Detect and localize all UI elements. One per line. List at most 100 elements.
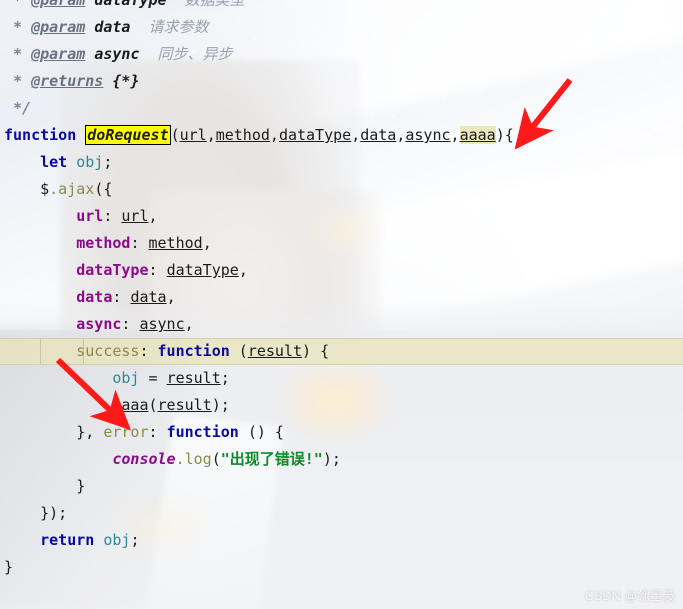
- token-cmt-tag: @param: [31, 45, 86, 63]
- token-ident: $: [40, 180, 50, 198]
- token-punct: ,: [202, 234, 212, 252]
- token-param: url: [121, 207, 149, 225]
- token-cmt-arg: data: [94, 18, 131, 36]
- token-cmt: [85, 18, 94, 36]
- token-localvar: obj: [112, 369, 140, 387]
- code-line-close-function[interactable]: }: [0, 554, 683, 581]
- token-propdim: error: [103, 423, 149, 441]
- token-cmt-tag: @param: [31, 18, 86, 36]
- token-param: result: [166, 369, 221, 387]
- token-cmt-tag: @param: [31, 0, 86, 9]
- code-line-ajax-open[interactable]: $.ajax({: [0, 176, 683, 203]
- token-punct: },: [4, 423, 104, 441]
- token-param: async: [405, 126, 451, 144]
- token-prop: dataType: [76, 261, 149, 279]
- token-punct: (: [211, 450, 221, 468]
- token-param: aaaa: [112, 396, 149, 414]
- token-punct: [4, 261, 76, 279]
- code-line-return-obj[interactable]: return obj;: [0, 527, 683, 554]
- token-punct: :: [112, 288, 131, 306]
- token-punct: =: [139, 369, 167, 387]
- token-cmt: *: [4, 45, 32, 63]
- code-line-comment-returns[interactable]: * @returns {*}: [0, 68, 683, 95]
- token-punct: (: [148, 396, 158, 414]
- token-cmt-cn: 数据类型: [184, 0, 245, 9]
- token-cmt-cn: 请求参数: [148, 18, 209, 36]
- token-punct: :: [121, 315, 140, 333]
- token-param: result: [157, 396, 212, 414]
- code-line-opt-method[interactable]: method: method,: [0, 230, 683, 257]
- token-punct: [4, 315, 76, 333]
- code-line-close-ajax[interactable]: });: [0, 500, 683, 527]
- token-punct: [94, 531, 103, 549]
- token-cmt: *: [4, 0, 32, 9]
- token-punct: :: [130, 234, 149, 252]
- token-punct: :: [148, 423, 167, 441]
- token-punct: () {: [238, 423, 284, 441]
- token-param-hl: aaaa: [459, 126, 496, 144]
- code-line-opt-url[interactable]: url: url,: [0, 203, 683, 230]
- token-cmt: *: [4, 18, 32, 36]
- token-punct: [4, 288, 76, 306]
- code-line-let-obj[interactable]: let obj;: [0, 149, 683, 176]
- code-line-function-signature[interactable]: function doRequest (url,method,dataType,d…: [0, 122, 683, 149]
- token-punct: [67, 153, 76, 171]
- code-line-comment-param-data[interactable]: * @param data 请求参数: [0, 14, 683, 41]
- code-line-opt-data[interactable]: data: data,: [0, 284, 683, 311]
- token-punct: ,: [148, 207, 158, 225]
- code-line-comment-param-datatype[interactable]: * @param dataType 数据类型: [0, 0, 683, 14]
- token-punct: [4, 369, 112, 387]
- token-cmt-cn: 同步、异步: [157, 45, 233, 63]
- token-prop: data: [76, 288, 113, 306]
- code-editor[interactable]: * @param dataType 数据类型 * @param data 请求参…: [0, 0, 683, 609]
- code-line-assign-obj[interactable]: obj = result;: [0, 365, 683, 392]
- token-cmt: *: [4, 72, 32, 90]
- token-punct: ,: [184, 315, 194, 333]
- token-punct: });: [4, 504, 68, 522]
- token-cmt-arg: {*}: [112, 72, 140, 90]
- token-param: method: [148, 234, 203, 252]
- token-punct: ,: [269, 126, 279, 144]
- token-punct: ,: [238, 261, 248, 279]
- token-punct: :: [103, 207, 122, 225]
- token-punct: ;: [103, 153, 113, 171]
- token-cmt: [167, 0, 185, 9]
- token-punct: [4, 234, 76, 252]
- code-line-console-log[interactable]: console.log("出现了错误!");: [0, 446, 683, 473]
- token-cmt: [130, 18, 148, 36]
- token-punct: ){: [495, 126, 514, 144]
- code-line-close-error-fn[interactable]: }: [0, 473, 683, 500]
- token-punct: :: [148, 261, 167, 279]
- code-line-opt-success[interactable]: success: function (result) {: [0, 338, 683, 365]
- token-member: .log: [175, 450, 212, 468]
- token-cmt-tag: @returns: [31, 72, 104, 90]
- token-punct: ) {: [302, 342, 330, 360]
- code-line-opt-async[interactable]: async: async,: [0, 311, 683, 338]
- token-kw: let: [40, 153, 68, 171]
- token-punct: ,: [166, 288, 176, 306]
- token-punct: :: [139, 342, 158, 360]
- token-punct: ,: [351, 126, 361, 144]
- token-punct: (: [170, 126, 180, 144]
- code-line-opt-datatype[interactable]: dataType: dataType,: [0, 257, 683, 284]
- token-punct: [4, 342, 76, 360]
- code-line-call-aaaa[interactable]: aaaa(result);: [0, 392, 683, 419]
- token-punct: ,: [450, 126, 460, 144]
- token-cmt: [85, 0, 94, 9]
- code-line-comment-param-async[interactable]: * @param async 同步、异步: [0, 41, 683, 68]
- code-line-opt-error[interactable]: }, error: function () {: [0, 419, 683, 446]
- token-punct: [76, 126, 85, 144]
- token-cmt: [139, 45, 157, 63]
- token-param: url: [179, 126, 207, 144]
- token-kw: return: [40, 531, 95, 549]
- token-param: result: [247, 342, 303, 360]
- token-punct: [4, 180, 40, 198]
- code-content[interactable]: * @param dataType 数据类型 * @param data 请求参…: [0, 0, 683, 581]
- code-line-comment-close[interactable]: */: [0, 95, 683, 122]
- token-param: dataType: [278, 126, 352, 144]
- csdn-watermark: CSDN @翎墨袅: [584, 589, 675, 603]
- token-cmt-arg: async: [94, 45, 140, 63]
- token-cmt-arg: dataType: [94, 0, 167, 9]
- token-param: async: [139, 315, 185, 333]
- token-kw: function: [157, 342, 230, 360]
